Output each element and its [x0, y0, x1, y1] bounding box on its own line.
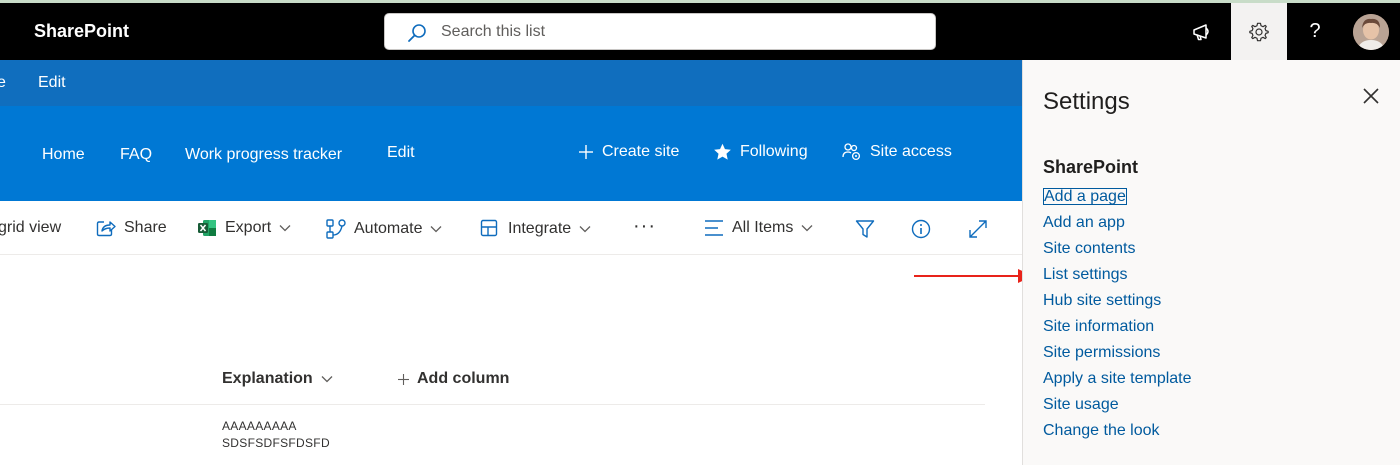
gear-icon: [1249, 22, 1269, 41]
excel-icon: [198, 220, 216, 236]
link-apply-a-site-template[interactable]: Apply a site template: [1043, 366, 1192, 392]
link-label: Site information: [1043, 318, 1155, 335]
feedback-button[interactable]: [1174, 3, 1230, 60]
nav-faq[interactable]: FAQ: [120, 146, 152, 164]
link-site-contents[interactable]: Site contents: [1043, 236, 1192, 262]
link-label: Apply a site template: [1043, 370, 1192, 387]
search-input[interactable]: [441, 14, 921, 49]
close-icon[interactable]: [1361, 86, 1381, 106]
link-label: List settings: [1043, 266, 1128, 283]
automate-button[interactable]: Automate: [326, 219, 442, 239]
suite-bar: SharePoint ?: [0, 3, 1400, 60]
chevron-down-icon: [431, 226, 442, 233]
help-button[interactable]: ?: [1287, 3, 1343, 60]
search-box[interactable]: [384, 13, 936, 50]
link-label: Site usage: [1043, 396, 1119, 413]
truncated-label[interactable]: e: [0, 74, 6, 92]
nav-home[interactable]: Home: [42, 146, 85, 164]
site-access-button[interactable]: Site access: [842, 143, 952, 161]
flow-icon: [326, 219, 346, 239]
settings-links: Add a page Add an app Site contents List…: [1043, 184, 1192, 444]
link-site-usage[interactable]: Site usage: [1043, 392, 1192, 418]
share-button[interactable]: Share: [96, 219, 167, 237]
column-header-explanation[interactable]: Explanation: [222, 370, 333, 388]
view-selector[interactable]: All Items: [704, 219, 813, 237]
column-header-label: Explanation: [222, 370, 313, 387]
integrate-button[interactable]: Integrate: [480, 219, 591, 239]
settings-button[interactable]: [1231, 3, 1287, 60]
link-site-information[interactable]: Site information: [1043, 314, 1192, 340]
link-label: Hub site settings: [1043, 292, 1162, 309]
people-settings-icon: [842, 143, 861, 161]
megaphone-icon: [1193, 23, 1209, 40]
edit-bar: e Edit: [0, 60, 1022, 106]
list-view-icon: [705, 220, 723, 236]
site-access-label: Site access: [870, 143, 952, 160]
grid-view-button[interactable]: grid view: [0, 219, 61, 237]
export-button[interactable]: Export: [197, 219, 291, 237]
create-site-label: Create site: [602, 143, 680, 160]
plus-icon: [579, 145, 593, 159]
more-actions-button[interactable]: ···: [633, 215, 656, 238]
integrate-icon: [480, 219, 498, 237]
search-icon: [408, 24, 426, 42]
grid-view-label: grid view: [0, 219, 62, 236]
site-header: Home FAQ Work progress tracker Edit Crea…: [0, 106, 1022, 201]
plus-icon: [398, 373, 409, 385]
nav-edit[interactable]: Edit: [387, 144, 415, 162]
star-icon: [714, 143, 731, 160]
export-label: Export: [225, 219, 272, 236]
chevron-down-icon: [279, 225, 291, 232]
link-add-an-app[interactable]: Add an app: [1043, 210, 1192, 236]
link-list-settings[interactable]: List settings: [1043, 262, 1192, 288]
info-icon: [911, 219, 931, 239]
avatar-photo: [1353, 14, 1389, 50]
link-label: Add an app: [1043, 214, 1125, 231]
link-site-permissions[interactable]: Site permissions: [1043, 340, 1192, 366]
link-change-the-look[interactable]: Change the look: [1043, 418, 1192, 444]
integrate-label: Integrate: [508, 220, 572, 237]
expand-icon: [969, 220, 987, 238]
panel-title: Settings: [1043, 88, 1130, 115]
edit-link[interactable]: Edit: [38, 74, 66, 92]
info-button[interactable]: [911, 219, 931, 239]
command-bar: grid view Share Export Automate Integrat…: [0, 201, 1022, 255]
filter-button[interactable]: [855, 219, 875, 239]
user-avatar[interactable]: [1353, 14, 1389, 50]
expand-button[interactable]: [968, 219, 988, 239]
more-icon: ···: [633, 215, 656, 237]
link-label: Change the look: [1043, 422, 1160, 439]
header-divider: [0, 404, 985, 405]
chevron-down-icon: [801, 225, 813, 232]
following-label: Following: [740, 143, 808, 160]
chevron-down-icon: [579, 226, 591, 233]
link-add-a-page[interactable]: Add a page: [1043, 184, 1192, 210]
settings-panel: Settings SharePoint Add a page Add an ap…: [1022, 60, 1400, 465]
add-column-label: Add column: [417, 370, 510, 387]
create-site-button[interactable]: Create site: [578, 143, 679, 161]
nav-work-progress-tracker[interactable]: Work progress tracker: [185, 146, 342, 164]
help-icon: ?: [1309, 20, 1321, 42]
link-label: Site permissions: [1043, 344, 1161, 361]
explanation-cell-line1: AAAAAAAAA: [222, 419, 297, 433]
automate-label: Automate: [354, 220, 423, 237]
link-hub-site-settings[interactable]: Hub site settings: [1043, 288, 1192, 314]
section-heading: SharePoint: [1043, 157, 1139, 177]
add-column-button[interactable]: Add column: [398, 370, 509, 388]
explanation-cell-line2: SDSFSDFSFDSFD: [222, 436, 330, 450]
share-icon: [96, 221, 116, 237]
following-button[interactable]: Following: [713, 143, 808, 161]
view-label: All Items: [732, 219, 794, 236]
link-label: Add a page: [1043, 188, 1127, 205]
share-label: Share: [124, 219, 167, 236]
annotation-arrow: [914, 269, 1033, 283]
app-brand[interactable]: SharePoint: [34, 21, 129, 42]
filter-icon: [855, 220, 875, 238]
chevron-down-icon: [321, 376, 333, 383]
link-label: Site contents: [1043, 240, 1136, 257]
